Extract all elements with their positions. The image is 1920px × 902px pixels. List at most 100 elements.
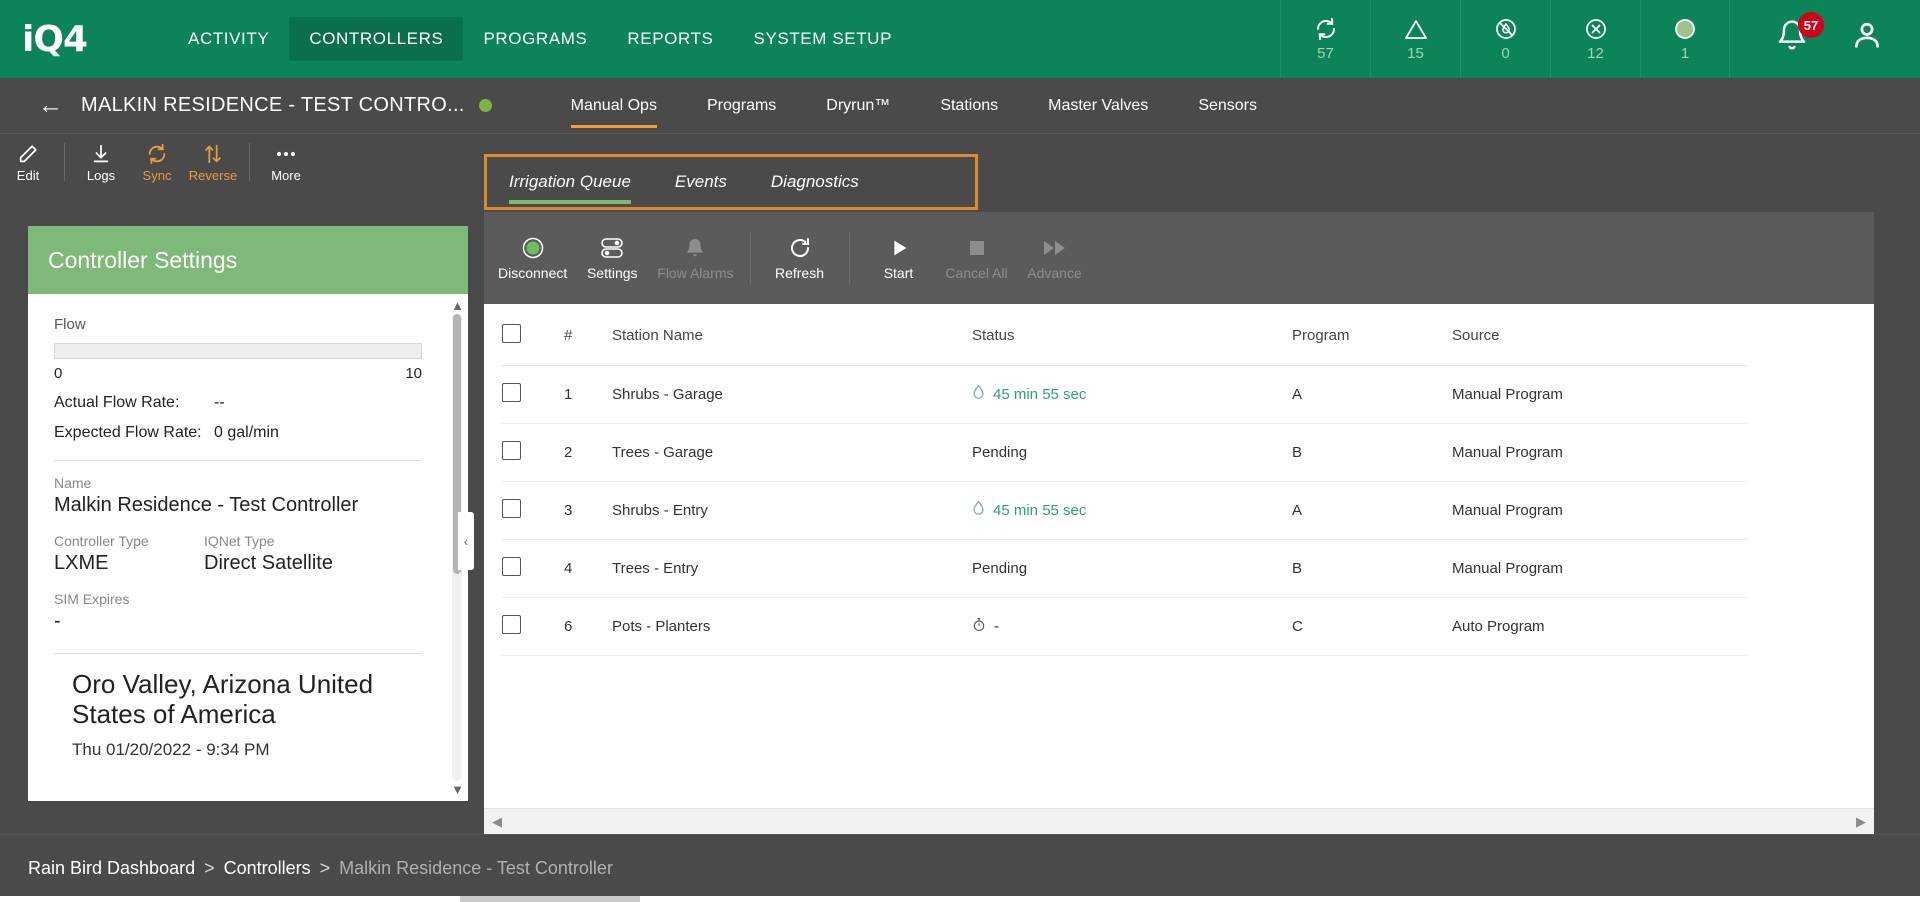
main-nav: ACTIVITY CONTROLLERS PROGRAMS REPORTS SY…: [168, 0, 912, 78]
iq4-logo[interactable]: iQ4: [22, 19, 132, 60]
scroll-right-arrow[interactable]: ▶: [1856, 814, 1866, 830]
nav-item-system-setup[interactable]: SYSTEM SETUP: [734, 17, 913, 61]
breadcrumb-current: Malkin Residence - Test Controller: [339, 858, 613, 878]
controller-settings-body: Flow 0 10 Actual Flow Rate: -- Expected …: [28, 294, 468, 801]
row-source: Manual Program: [1452, 423, 1747, 482]
tab-dryrun[interactable]: Dryrun™: [801, 78, 915, 134]
nav-item-reports[interactable]: REPORTS: [607, 17, 733, 61]
row-status-text: 45 min 55 sec: [993, 502, 1087, 519]
row-select-cell: [502, 539, 564, 598]
start-button[interactable]: Start: [860, 235, 938, 281]
irrigation-subtabs: Irrigation Queue Events Diagnostics: [484, 154, 978, 210]
col-station-name: Station Name: [612, 304, 972, 366]
nav-item-controllers[interactable]: CONTROLLERS: [289, 17, 464, 61]
scroll-down-arrow[interactable]: ▼: [451, 782, 464, 797]
row-station-name: Shrubs - Entry: [612, 481, 972, 540]
breadcrumb-controllers[interactable]: Controllers: [224, 858, 311, 879]
row-program: B: [1292, 423, 1452, 482]
settings-button[interactable]: Settings: [573, 235, 651, 281]
row-checkbox[interactable]: [502, 499, 521, 518]
tab-sensors[interactable]: Sensors: [1173, 78, 1282, 134]
row-checkbox[interactable]: [502, 441, 521, 460]
table-row[interactable]: 6 Pots - Planters - C Auto Program: [502, 597, 1747, 656]
row-checkbox[interactable]: [502, 557, 521, 576]
status-running[interactable]: 1: [1640, 0, 1730, 78]
user-icon: [1850, 22, 1884, 56]
table-row[interactable]: 1 Shrubs - Garage 45 min 55 sec A Manual…: [502, 365, 1747, 424]
advance-button[interactable]: Advance: [1016, 235, 1094, 281]
subtab-irrigation-queue[interactable]: Irrigation Queue: [487, 157, 653, 207]
nav-item-activity[interactable]: ACTIVITY: [168, 17, 289, 61]
stop-icon: [967, 235, 987, 261]
row-checkbox[interactable]: [502, 383, 521, 402]
tab-stations[interactable]: Stations: [915, 78, 1023, 134]
sync-icon: [146, 142, 168, 166]
expected-flow-rate-value: 0 gal/min: [214, 424, 279, 441]
flow-slider[interactable]: [54, 343, 422, 359]
row-select-cell: [502, 365, 564, 424]
status-alerts[interactable]: 15: [1370, 0, 1460, 78]
sync-button[interactable]: Sync: [129, 142, 185, 183]
row-checkbox[interactable]: [502, 615, 521, 634]
select-all-header: [502, 304, 564, 366]
bottom-scroll-thumb[interactable]: [460, 896, 640, 902]
select-all-checkbox[interactable]: [502, 324, 521, 343]
logs-button[interactable]: Logs: [73, 142, 129, 183]
tab-master-valves[interactable]: Master Valves: [1023, 78, 1173, 134]
collapse-panel-button[interactable]: ‹: [458, 512, 474, 570]
flow-scale: 0 10: [54, 365, 422, 382]
controller-settings-title: Controller Settings: [28, 226, 468, 294]
irrigation-queue-table-wrap: # Station Name Status Program Source 1 S…: [484, 304, 1874, 808]
back-arrow-icon[interactable]: ←: [38, 93, 63, 118]
status-errors[interactable]: 12: [1550, 0, 1640, 78]
edit-button[interactable]: Edit: [0, 142, 56, 183]
divider: [54, 653, 422, 654]
row-number: 2: [564, 423, 612, 482]
action-divider: [749, 232, 751, 284]
table-row[interactable]: 3 Shrubs - Entry 45 min 55 sec A Manual: [502, 481, 1747, 540]
breadcrumb-dashboard[interactable]: Rain Bird Dashboard: [28, 858, 195, 879]
status-no-water[interactable]: 0: [1460, 0, 1550, 78]
row-program: B: [1292, 539, 1452, 598]
row-source: Manual Program: [1452, 481, 1747, 540]
subtab-diagnostics[interactable]: Diagnostics: [749, 157, 881, 207]
more-button[interactable]: More: [258, 142, 314, 183]
scroll-track[interactable]: [512, 817, 1846, 826]
flow-max: 10: [405, 365, 422, 382]
header-status-icons: 57 15 0 12 1: [1280, 0, 1730, 78]
actual-flow-rate-label: Actual Flow Rate:: [54, 394, 180, 411]
status-sync[interactable]: 57: [1280, 0, 1370, 78]
refresh-label: Refresh: [774, 265, 825, 281]
subtab-events[interactable]: Events: [653, 157, 749, 207]
cancel-all-label: Cancel All: [945, 265, 1008, 281]
scroll-left-arrow[interactable]: ◀: [492, 814, 502, 830]
row-station-name: Shrubs - Garage: [612, 365, 972, 424]
name-field: Name Malkin Residence - Test Controller: [54, 475, 442, 517]
toolbar-divider: [64, 143, 65, 181]
row-number: 6: [564, 597, 612, 656]
refresh-button[interactable]: Refresh: [761, 235, 839, 281]
flow-min: 0: [54, 365, 63, 382]
controller-status-dot: [478, 99, 492, 112]
water-drop-icon: [972, 384, 985, 405]
page-bottom-scrollbar[interactable]: [0, 896, 1920, 902]
nav-item-programs[interactable]: PROGRAMS: [463, 17, 607, 61]
tab-programs[interactable]: Programs: [682, 78, 801, 134]
logo-text: iQ4: [22, 18, 88, 60]
table-horizontal-scrollbar[interactable]: ◀ ▶: [484, 808, 1874, 834]
action-divider: [848, 232, 850, 284]
alert-triangle-icon: [1404, 16, 1428, 42]
disconnect-button[interactable]: Disconnect: [492, 235, 573, 281]
scroll-up-arrow[interactable]: ▲: [451, 298, 464, 313]
cancel-all-button[interactable]: Cancel All: [938, 235, 1016, 281]
table-row[interactable]: 4 Trees - Entry Pending B Manual Program: [502, 539, 1747, 598]
table-row[interactable]: 2 Trees - Garage Pending B Manual Progra…: [502, 423, 1747, 482]
reverse-button[interactable]: Reverse: [185, 142, 241, 183]
table-head: # Station Name Status Program Source: [502, 304, 1747, 366]
type-fields: Controller Type LXME IQNet Type Direct S…: [54, 533, 442, 575]
user-account-button[interactable]: [1850, 18, 1892, 60]
notifications-button[interactable]: 57: [1776, 12, 1824, 62]
tab-manual-ops[interactable]: Manual Ops: [546, 78, 682, 134]
pencil-icon: [17, 142, 39, 166]
flow-alarms-button[interactable]: Flow Alarms: [651, 235, 739, 281]
